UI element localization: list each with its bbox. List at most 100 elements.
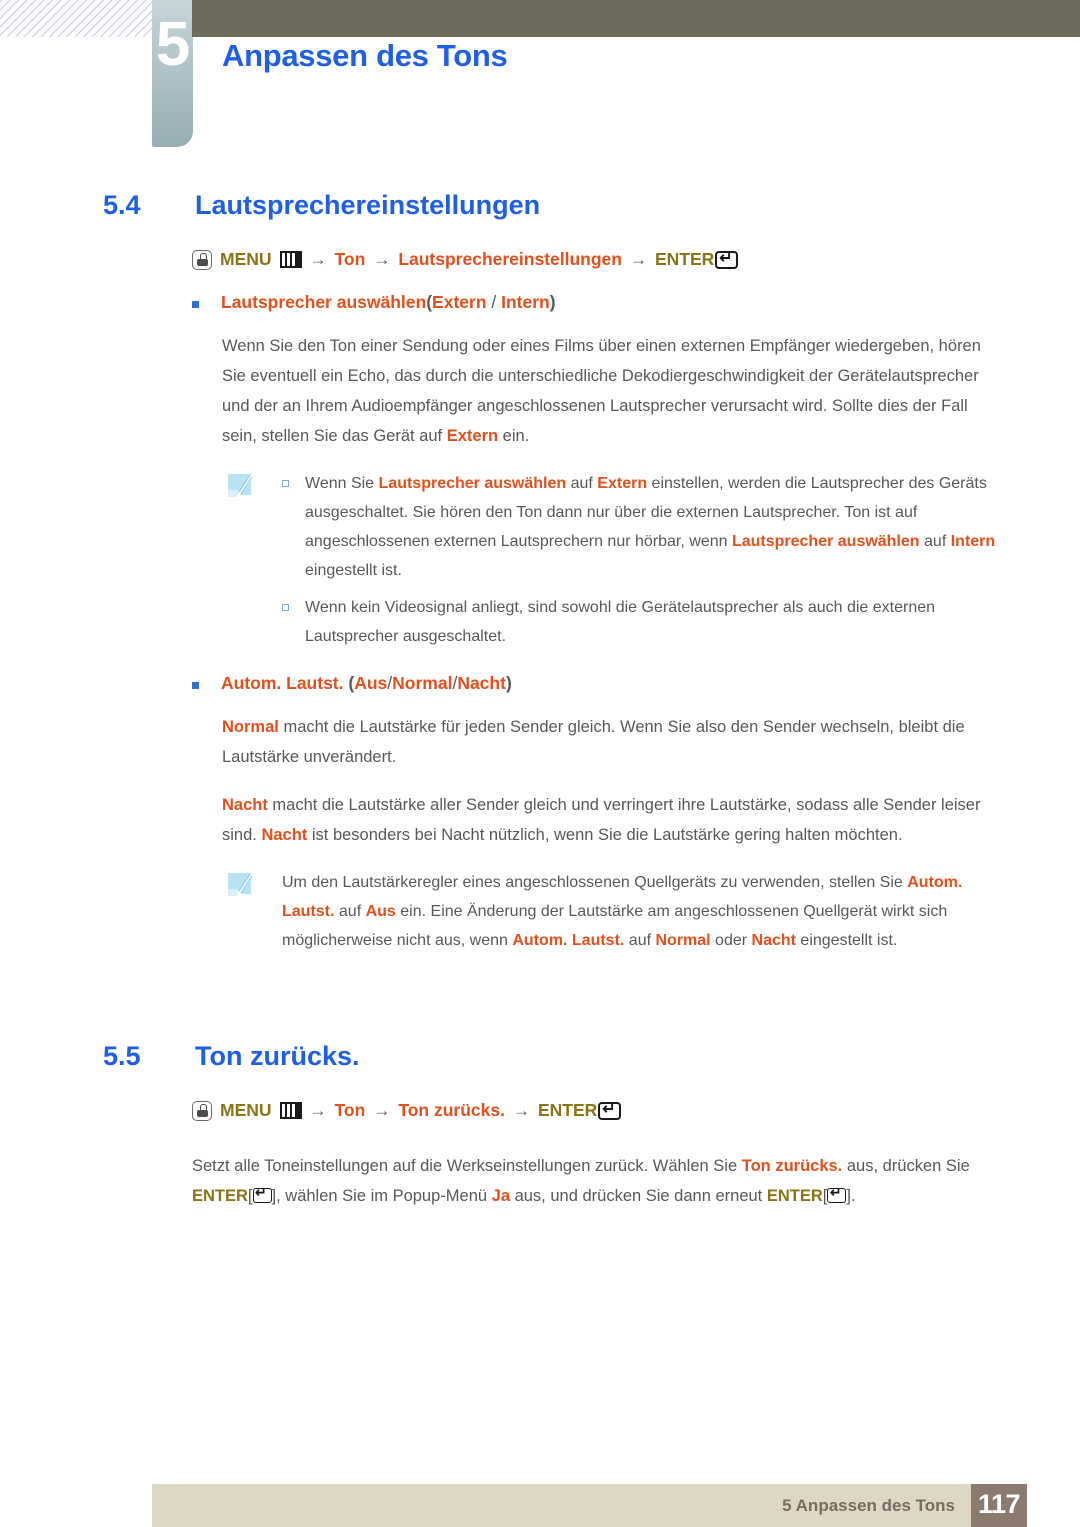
paragraph-text-part1: Wenn Sie den Ton einer Sendung oder eine… bbox=[222, 337, 981, 445]
note-text-p5: oder bbox=[710, 932, 752, 949]
highlight-ja: Ja bbox=[491, 1187, 510, 1205]
note-item-list: Wenn Sie Lautsprecher auswählen auf Exte… bbox=[282, 469, 1008, 651]
reset-text-p2: aus, drücken Sie bbox=[842, 1157, 970, 1175]
path-arrow-3: → bbox=[629, 249, 647, 269]
path-arrow-1: → bbox=[309, 1100, 327, 1120]
note-highlight-2: Extern bbox=[597, 475, 648, 492]
note-item: Wenn Sie Lautsprecher auswählen auf Exte… bbox=[282, 469, 1008, 585]
reset-text-p1: Setzt alle Toneinstellungen auf die Werk… bbox=[192, 1157, 742, 1175]
note-square-bullet-icon bbox=[282, 480, 289, 487]
note-text-p1: Um den Lautstärkeregler eines angeschlos… bbox=[282, 874, 908, 891]
bullet-option-aus: Aus bbox=[354, 673, 388, 693]
paragraph-text-part2: ist besonders bei Nacht nützlich, wenn S… bbox=[307, 826, 903, 844]
bullet-label: Lautsprecher auswählen(Extern / Intern) bbox=[221, 292, 556, 313]
bullet-option-normal: Normal bbox=[392, 673, 453, 693]
paragraph-text-part2: ein. bbox=[498, 427, 530, 445]
note-text-p1: Wenn Sie bbox=[305, 475, 379, 492]
menu-label: MENU bbox=[220, 1100, 272, 1120]
hand-pointer-icon bbox=[192, 249, 212, 270]
note-box-autovolume: Um den Lautstärkeregler eines angeschlos… bbox=[228, 868, 1008, 955]
note-text-p4: auf bbox=[624, 932, 656, 949]
bullet-option-intern: Intern bbox=[501, 292, 550, 312]
bullet-dot-icon bbox=[192, 301, 199, 308]
highlight-extern: Extern bbox=[446, 427, 499, 445]
note-text-p5: eingestellt ist. bbox=[305, 562, 402, 579]
note-item-text: Wenn kein Videosignal anliegt, sind sowo… bbox=[305, 593, 1008, 651]
note-item-text: Wenn Sie Lautsprecher auswählen auf Exte… bbox=[305, 469, 1008, 585]
menu-path-ton-zuruecks: MENU → Ton → Ton zurücks. → ENTER bbox=[192, 1100, 1080, 1121]
note-box-speaker: Wenn Sie Lautsprecher auswählen auf Exte… bbox=[228, 469, 1008, 651]
path-arrow-2: → bbox=[373, 1100, 391, 1120]
menu-path-step-ton: Ton bbox=[334, 249, 366, 269]
bullet-dot-icon bbox=[192, 682, 199, 689]
menu-bars-icon bbox=[279, 251, 302, 268]
enter-return-icon bbox=[715, 249, 739, 269]
chapter-number: 5 bbox=[155, 10, 190, 79]
reset-text-p5: . bbox=[850, 1187, 856, 1205]
menu-path-step-lautsprechereinstellungen: Lautsprechereinstellungen bbox=[398, 249, 622, 269]
enter-return-icon bbox=[598, 1100, 622, 1120]
section-heading-5-5: 5.5 Ton zurücks. bbox=[0, 1041, 1080, 1072]
paragraph-text-part1: macht die Lautstärke für jeden Sender gl… bbox=[222, 718, 965, 766]
menu-path-step-ton-zuruecks: Ton zurücks. bbox=[398, 1100, 505, 1120]
note-highlight-4: Intern bbox=[950, 533, 996, 550]
reset-bracket-open-1: [ bbox=[247, 1187, 253, 1205]
path-arrow-3: → bbox=[512, 1100, 530, 1120]
highlight-normal: Normal bbox=[222, 718, 279, 736]
enter-label: ENTER bbox=[537, 1100, 598, 1120]
decorative-hatch-pattern bbox=[0, 0, 152, 37]
note-highlight-4: Normal bbox=[655, 932, 711, 949]
path-arrow-2: → bbox=[373, 249, 391, 269]
paragraph-reset-description: Setzt alle Toneinstellungen auf die Werk… bbox=[192, 1151, 992, 1211]
bullet-close-paren: ) bbox=[505, 673, 512, 693]
reset-text-p4: aus, und drücken Sie dann erneut bbox=[510, 1187, 767, 1205]
note-highlight-3: Lautsprecher auswählen bbox=[731, 533, 920, 550]
bullet-label: Autom. Lautst. (Aus/Normal/Nacht) bbox=[221, 673, 512, 694]
highlight-enter-1: ENTER bbox=[192, 1187, 248, 1205]
highlight-ton-zuruecks: Ton zurücks. bbox=[741, 1157, 843, 1175]
enter-label: ENTER bbox=[654, 249, 715, 269]
paragraph-normal-description: Normal macht die Lautstärke für jeden Se… bbox=[222, 712, 992, 772]
page-footer: 5 Anpassen des Tons 117 bbox=[0, 1484, 1080, 1527]
menu-path-step-ton: Ton bbox=[334, 1100, 366, 1120]
note-text-p1: Wenn kein Videosignal anliegt, sind sowo… bbox=[305, 599, 936, 645]
enter-return-icon bbox=[827, 1184, 847, 1203]
section-number: 5.4 bbox=[103, 190, 141, 220]
chapter-header-bar bbox=[192, 0, 1080, 37]
section-title: Lautsprechereinstellungen bbox=[195, 190, 541, 220]
note-square-bullet-icon bbox=[282, 604, 289, 611]
reset-text-p3: , wählen Sie im Popup-Menü bbox=[276, 1187, 492, 1205]
note-text-p6: eingestellt ist. bbox=[795, 932, 898, 949]
highlight-nacht-1: Nacht bbox=[222, 796, 268, 814]
bullet-item-autom-lautst: Autom. Lautst. (Aus/Normal/Nacht) bbox=[192, 673, 1080, 694]
chapter-title: Anpassen des Tons bbox=[222, 38, 508, 73]
note-text-p4: auf bbox=[919, 533, 951, 550]
note-pencil-icon bbox=[228, 473, 258, 501]
bullet-label-text: Autom. Lautst. bbox=[221, 673, 344, 693]
hand-pointer-icon bbox=[192, 1100, 212, 1121]
page-content: 5.4 Lautsprechereinstellungen MENU → Ton… bbox=[0, 190, 1080, 1211]
menu-bars-icon bbox=[279, 1102, 302, 1119]
paragraph-speaker-description: Wenn Sie den Ton einer Sendung oder eine… bbox=[222, 331, 992, 451]
chapter-header: 5 Anpassen des Tons bbox=[0, 0, 1080, 165]
bullet-close-paren: ) bbox=[549, 292, 556, 312]
note-pencil-icon-svg bbox=[228, 873, 253, 896]
bullet-slash: / bbox=[486, 292, 502, 312]
note-text: Um den Lautstärkeregler eines angeschlos… bbox=[282, 868, 1008, 955]
footer-chapter-label: 5 Anpassen des Tons bbox=[782, 1496, 955, 1515]
note-pencil-icon-svg bbox=[228, 474, 253, 497]
note-text-p2: auf bbox=[566, 475, 598, 492]
bullet-label-text: Lautsprecher auswählen bbox=[221, 292, 427, 312]
bullet-option-nacht: Nacht bbox=[457, 673, 506, 693]
note-highlight-3: Autom. Lautst. bbox=[512, 932, 625, 949]
highlight-enter-2: ENTER bbox=[766, 1187, 823, 1205]
paragraph-nacht-description: Nacht macht die Lautstärke aller Sender … bbox=[222, 790, 992, 850]
note-highlight-5: Nacht bbox=[751, 932, 796, 949]
path-arrow-1: → bbox=[309, 249, 327, 269]
bullet-item-lautsprecher-auswaehlen: Lautsprecher auswählen(Extern / Intern) bbox=[192, 292, 1080, 313]
section-heading-5-4: 5.4 Lautsprechereinstellungen bbox=[0, 190, 1080, 221]
enter-return-icon bbox=[252, 1184, 272, 1203]
note-highlight-1: Lautsprecher auswählen bbox=[378, 475, 567, 492]
note-highlight-2: Aus bbox=[365, 903, 396, 920]
bullet-option-extern: Extern bbox=[432, 292, 487, 312]
